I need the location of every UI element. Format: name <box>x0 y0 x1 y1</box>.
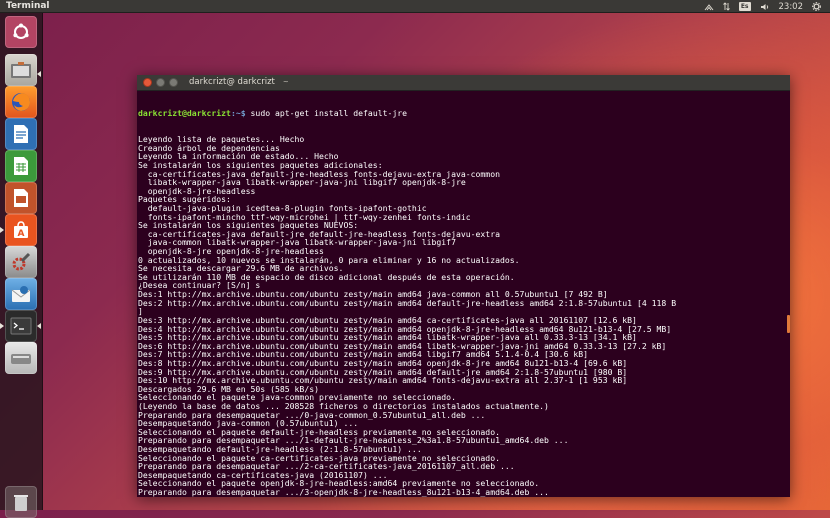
terminal-output[interactable]: darkcrizt@darkcrizt:~$ sudo apt-get inst… <box>137 91 790 497</box>
unity-launcher: A <box>0 13 43 510</box>
libreoffice-writer-icon[interactable] <box>5 118 37 150</box>
terminal-focused-indicator <box>37 323 41 329</box>
minimize-button[interactable] <box>156 78 165 87</box>
window-title: darkcrizt@ darkcrizt ~ <box>189 75 289 90</box>
system-settings-icon[interactable] <box>5 246 37 278</box>
prompt-line: darkcrizt@darkcrizt:~$ sudo apt-get inst… <box>138 109 790 118</box>
thunderbird-icon[interactable] <box>5 278 37 310</box>
libreoffice-impress-icon[interactable] <box>5 182 37 214</box>
active-app-title: Terminal <box>6 0 50 13</box>
command-text: sudo apt-get install default-jre <box>246 108 407 118</box>
dash-home-icon[interactable] <box>5 16 37 48</box>
ubuntu-software-icon[interactable]: A <box>5 214 37 246</box>
window-title-text: darkcrizt@ darkcrizt <box>189 77 275 87</box>
window-titlebar[interactable]: darkcrizt@ darkcrizt ~ <box>137 75 790 91</box>
keyboard-layout-indicator[interactable]: Es <box>739 2 751 11</box>
terminal-window[interactable]: darkcrizt@ darkcrizt ~ darkcrizt@darkcriz… <box>137 75 790 497</box>
svg-text:A: A <box>18 229 25 239</box>
trash-icon[interactable] <box>5 486 37 518</box>
terminal-line: Des:2 http://mx.archive.ubuntu.com/ubunt… <box>138 299 790 308</box>
removable-drive-icon[interactable] <box>5 342 37 374</box>
software-running-indicator <box>0 227 4 233</box>
terminal-icon[interactable] <box>5 310 37 342</box>
maximize-button[interactable] <box>169 78 178 87</box>
prompt-user: darkcrizt@darkcrizt <box>138 108 231 118</box>
clock[interactable]: 23:02 <box>779 0 804 13</box>
prompt-path: :~$ <box>231 108 246 118</box>
scrollbar[interactable] <box>786 91 790 497</box>
power-gear-icon[interactable] <box>812 0 821 13</box>
scrollbar-thumb[interactable] <box>787 315 790 333</box>
network-icon[interactable] <box>704 0 714 13</box>
terminal-line: openjdk-8-jre-headless <box>138 187 790 196</box>
libreoffice-calc-icon[interactable] <box>5 150 37 182</box>
terminal-running-indicator <box>0 323 4 329</box>
top-panel: Terminal Es 23:02 <box>0 0 830 13</box>
sort-arrows-icon[interactable] <box>723 0 730 13</box>
files-open-indicator <box>37 71 41 77</box>
files-icon[interactable] <box>5 54 37 86</box>
indicator-area: Es 23:02 <box>704 0 830 13</box>
close-button[interactable] <box>143 78 152 87</box>
firefox-icon[interactable] <box>5 86 37 118</box>
title-arrow: ~ <box>283 78 289 86</box>
volume-icon[interactable] <box>760 0 770 13</box>
